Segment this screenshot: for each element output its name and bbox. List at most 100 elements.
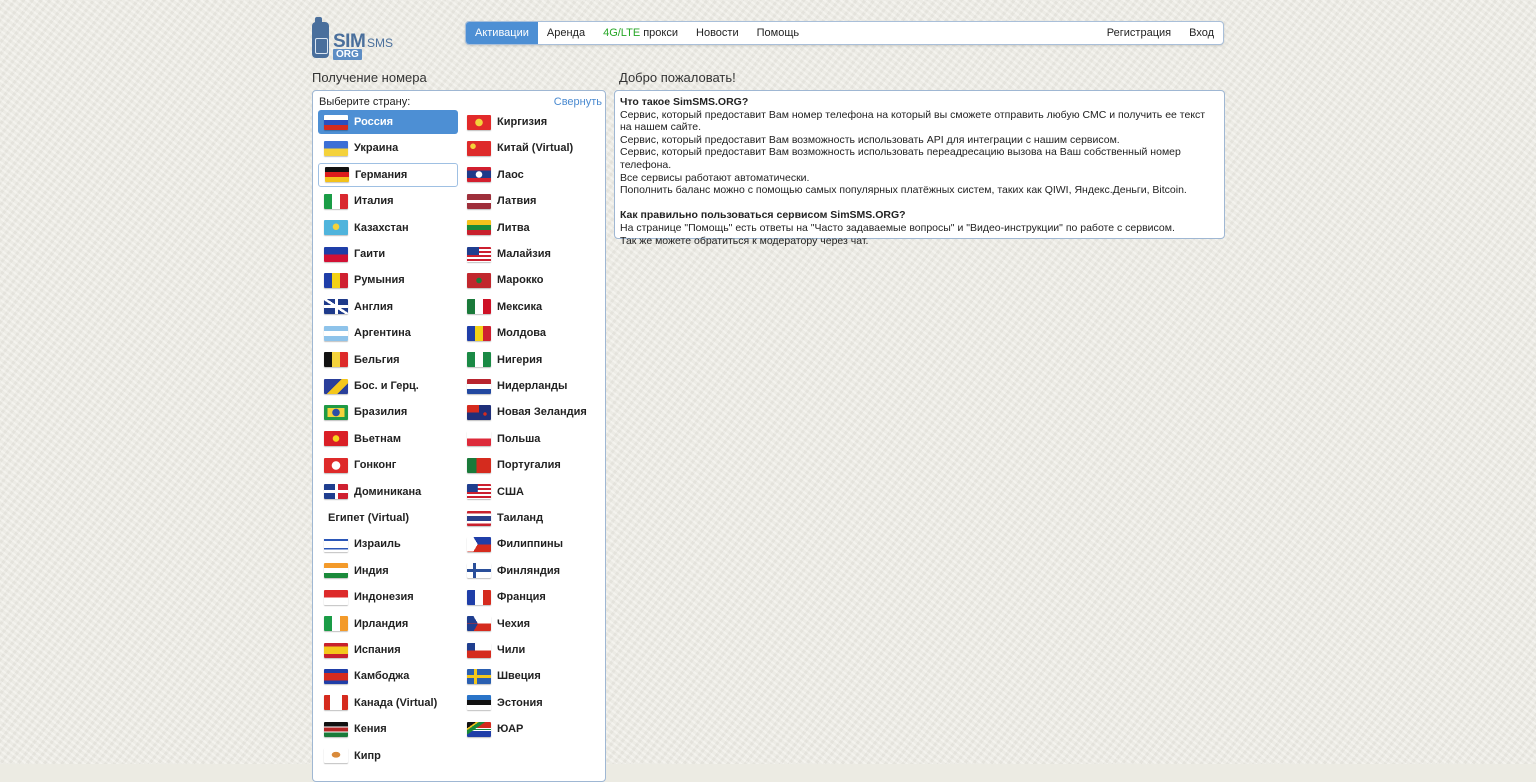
country-item[interactable]: Киргизия <box>461 110 601 134</box>
country-item[interactable]: Польша <box>461 427 601 451</box>
nav-activations[interactable]: Активации <box>466 22 538 44</box>
country-item[interactable]: Россия <box>318 110 458 134</box>
country-item[interactable]: Филиппины <box>461 532 601 556</box>
country-item[interactable]: Мексика <box>461 295 601 319</box>
country-item[interactable]: ЮАР <box>461 717 601 741</box>
country-item[interactable]: Канада (Virtual) <box>318 691 458 715</box>
country-item[interactable]: Финляндия <box>461 559 601 583</box>
welcome-line: Так же можете обратиться к модератору че… <box>620 234 869 247</box>
country-item[interactable]: Молдова <box>461 321 601 345</box>
nav-register[interactable]: Регистрация <box>1098 22 1180 44</box>
nav-proxy[interactable]: 4G/LTE прокси <box>594 22 687 44</box>
country-item[interactable]: Германия <box>318 162 458 187</box>
flag-icon <box>324 299 348 315</box>
welcome-line: Все сервисы работают автоматически. <box>620 171 810 184</box>
country-item[interactable]: Франция <box>461 585 601 609</box>
nav-help[interactable]: Помощь <box>748 22 809 44</box>
flag-icon <box>467 378 491 394</box>
nav-rent[interactable]: Аренда <box>538 22 594 44</box>
country-item[interactable]: Новая Зеландия <box>461 400 601 424</box>
country-item[interactable]: Аргентина <box>318 321 458 345</box>
welcome-line: Сервис, который предоставит Вам возможно… <box>620 146 1181 171</box>
welcome-line: Сервис, который предоставит Вам возможно… <box>620 133 1120 146</box>
flag-icon <box>467 589 491 605</box>
country-item[interactable]: Испания <box>318 638 458 662</box>
country-item[interactable]: Лаос <box>461 163 601 187</box>
country-item[interactable]: Бос. и Герц. <box>318 374 458 398</box>
welcome-line: Пополнить баланс можно с помощью самых п… <box>620 184 1187 197</box>
country-name: Италия <box>354 195 394 208</box>
country-item[interactable]: Ирландия <box>318 612 458 636</box>
country-item[interactable]: Португалия <box>461 453 601 477</box>
country-item[interactable]: Чехия <box>461 612 601 636</box>
country-item[interactable]: Индонезия <box>318 585 458 609</box>
country-item[interactable]: Гонконг <box>318 453 458 477</box>
flag-icon <box>324 484 348 500</box>
country-item[interactable]: Эстония <box>461 691 601 715</box>
country-name: Киргизия <box>497 116 548 128</box>
country-item[interactable]: Украина <box>318 136 458 160</box>
country-name: Германия <box>355 168 408 181</box>
top-navigation: Активации Аренда 4G/LTE прокси Новости П… <box>465 21 1224 45</box>
flag-icon <box>324 536 348 552</box>
country-item[interactable]: Бельгия <box>318 348 458 372</box>
country-name: Новая Зеландия <box>497 406 587 419</box>
flag-icon <box>467 352 491 368</box>
country-name: Бразилия <box>354 406 408 419</box>
collapse-link[interactable]: Свернуть <box>554 96 602 108</box>
flag-icon <box>324 325 348 341</box>
country-item[interactable]: Таиланд <box>461 506 601 530</box>
country-name: Нигерия <box>497 353 543 366</box>
flag-icon <box>467 246 491 262</box>
flag-icon <box>467 695 491 711</box>
site-logo[interactable]: SIM SMS ORG <box>312 17 422 61</box>
country-item[interactable]: Нидерланды <box>461 374 601 398</box>
flag-icon <box>467 404 491 420</box>
country-item[interactable]: Марокко <box>461 268 601 292</box>
country-item[interactable]: США <box>461 480 601 504</box>
flag-icon <box>324 378 348 394</box>
country-item[interactable]: Литва <box>461 216 601 240</box>
flag-icon <box>467 668 491 684</box>
flag-icon <box>467 220 491 236</box>
flag-icon <box>467 325 491 341</box>
country-item[interactable]: Индия <box>318 559 458 583</box>
flag-icon <box>324 404 348 420</box>
country-item[interactable]: Бразилия <box>318 400 458 424</box>
country-item[interactable]: Вьетнам <box>318 427 458 451</box>
nav-news[interactable]: Новости <box>687 22 748 44</box>
flag-icon <box>467 431 491 447</box>
country-item[interactable]: Италия <box>318 189 458 213</box>
country-item[interactable]: Малайзия <box>461 242 601 266</box>
country-item[interactable]: Гаити <box>318 242 458 266</box>
country-item[interactable]: Румыния <box>318 268 458 292</box>
country-item[interactable]: Швеция <box>461 664 601 688</box>
flag-icon <box>324 748 348 764</box>
country-item[interactable]: Чили <box>461 638 601 662</box>
country-item[interactable]: Камбоджа <box>318 664 458 688</box>
flag-icon <box>467 167 491 183</box>
nav-login[interactable]: Вход <box>1180 22 1223 44</box>
flag-icon <box>467 721 491 737</box>
logo-sms-text: SMS <box>367 36 394 50</box>
flag-icon <box>467 299 491 315</box>
country-item[interactable]: Китай (Virtual) <box>461 136 601 160</box>
country-name: Бельгия <box>354 353 400 366</box>
country-item[interactable]: Египет (Virtual) <box>318 506 458 530</box>
flag-icon <box>324 721 348 737</box>
country-item[interactable]: Казахстан <box>318 216 458 240</box>
country-item[interactable]: Доминикана <box>318 480 458 504</box>
country-item[interactable]: Латвия <box>461 189 601 213</box>
country-item[interactable]: Англия <box>318 295 458 319</box>
flag-icon <box>467 510 491 526</box>
flag-icon <box>324 352 348 368</box>
flag-icon <box>467 272 491 288</box>
country-name: Аргентина <box>354 327 411 340</box>
flag-icon <box>467 484 491 500</box>
country-name: Латвия <box>497 195 537 208</box>
country-name: США <box>497 485 524 498</box>
country-item[interactable]: Израиль <box>318 532 458 556</box>
country-name: Литва <box>497 221 530 234</box>
country-item[interactable]: Кения <box>318 717 458 741</box>
country-item[interactable]: Нигерия <box>461 348 601 372</box>
